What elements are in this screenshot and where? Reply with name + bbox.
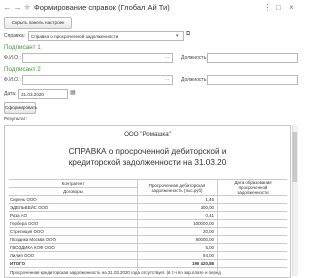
signer1-position-field[interactable] bbox=[207, 53, 298, 63]
date-field[interactable]: 31.03.2020 bbox=[18, 89, 68, 99]
report-company: ООО "Ромашка" bbox=[124, 131, 171, 138]
report-footer: Просроченная кредиторская задолженность … bbox=[10, 270, 221, 275]
report-title-line1: СПРАВКА о просроченной дебиторской и bbox=[68, 147, 227, 156]
window-title: Формирование справок (Глобал Ай Ти) bbox=[34, 3, 170, 12]
select-fio-icon[interactable]: ... bbox=[165, 54, 169, 60]
signer2-position-field[interactable] bbox=[207, 75, 298, 85]
table-row-value: 20,00 bbox=[203, 229, 214, 234]
signer2-fio-field[interactable]: ... bbox=[22, 75, 173, 85]
spravka-label: Справка: bbox=[4, 33, 26, 39]
table-row-value: 300,00 bbox=[200, 205, 214, 210]
table-row-value: 90000,00 bbox=[195, 237, 214, 242]
total-label: ИТОГО bbox=[10, 261, 25, 266]
result-label: Результат: bbox=[4, 117, 28, 122]
spravka-select[interactable]: Справка о просроченной задолженности ▾ bbox=[28, 31, 184, 41]
calendar-icon[interactable]: ▦ bbox=[70, 89, 76, 96]
close-icon[interactable]: × bbox=[287, 3, 296, 12]
signer1-fio-label: Ф.И.О.: bbox=[4, 55, 21, 61]
hide-settings-button[interactable]: Скрыть панель настроек bbox=[4, 17, 72, 29]
date-value: 31.03.2020 bbox=[21, 91, 44, 97]
date-label: Дата: bbox=[4, 91, 17, 97]
table-row-value: 94,00 bbox=[203, 253, 214, 258]
table-row-name: Стрелиция ООО bbox=[10, 229, 44, 234]
spravka-value: Справка о просроченной задолженности bbox=[31, 33, 119, 39]
select-fio-icon[interactable]: ... bbox=[165, 76, 169, 82]
col-contracts-header: Договоры bbox=[63, 189, 83, 194]
scrollbar-thumb[interactable] bbox=[292, 132, 297, 182]
table-row-value: 1,46 bbox=[205, 197, 214, 202]
signer1-heading: Подписант 1 bbox=[4, 44, 41, 51]
generate-button[interactable]: Сформировать bbox=[4, 102, 37, 114]
window-title-bar: ← → ★ Формирование справок (Глобал Ай Ти… bbox=[0, 0, 300, 16]
more-options-icon[interactable]: ⋮ bbox=[263, 3, 272, 12]
back-arrow-icon[interactable]: ← bbox=[3, 3, 12, 12]
table-row-name: Лилия ООО bbox=[10, 253, 35, 258]
table-row-value: 100000,00 bbox=[193, 221, 214, 226]
col-date-header-3: задолженности bbox=[237, 190, 269, 195]
chevron-down-icon[interactable]: ▾ bbox=[176, 33, 179, 39]
table-row-name: Роза АО bbox=[10, 213, 28, 218]
open-spravka-icon[interactable]: ⧉ bbox=[186, 31, 194, 40]
forward-arrow-icon[interactable]: → bbox=[13, 3, 22, 12]
table-row-name: ГВОЗДИКА КОФ ООО bbox=[10, 245, 55, 250]
table-row-name: ЭДЕЛЬВЕЙС ООО bbox=[10, 205, 49, 210]
signer2-position-label: Должность: bbox=[181, 77, 208, 83]
table-row-name: Сирень ООО bbox=[10, 197, 37, 202]
report-title-line2: кредиторской задолженности на 31.03.20 bbox=[68, 158, 227, 167]
table-row-value: 5,00 bbox=[205, 245, 214, 250]
report-document[interactable]: ООО "Ромашка" СПРАВКА о просроченной деб… bbox=[4, 125, 291, 278]
table-row-name: Гвоздика Москва ООО bbox=[10, 237, 56, 242]
favorite-star-icon[interactable]: ★ bbox=[23, 2, 31, 13]
col-overdue-header-2: задолженность (тыс.руб) bbox=[151, 188, 203, 193]
signer2-fio-label: Ф.И.О.: bbox=[4, 77, 21, 83]
signer2-heading: Подписант 2 bbox=[4, 66, 41, 73]
signer1-position-label: Должность: bbox=[181, 55, 208, 61]
restore-window-icon[interactable]: □ bbox=[274, 3, 283, 12]
table-row-value: 0,41 bbox=[205, 213, 214, 218]
total-value: 190 420,88 bbox=[192, 261, 214, 266]
signer1-fio-field[interactable]: ... bbox=[22, 53, 173, 63]
table-row-name: Гербера ООО bbox=[10, 221, 39, 226]
col-contractor-header: Контрагент bbox=[61, 181, 85, 186]
